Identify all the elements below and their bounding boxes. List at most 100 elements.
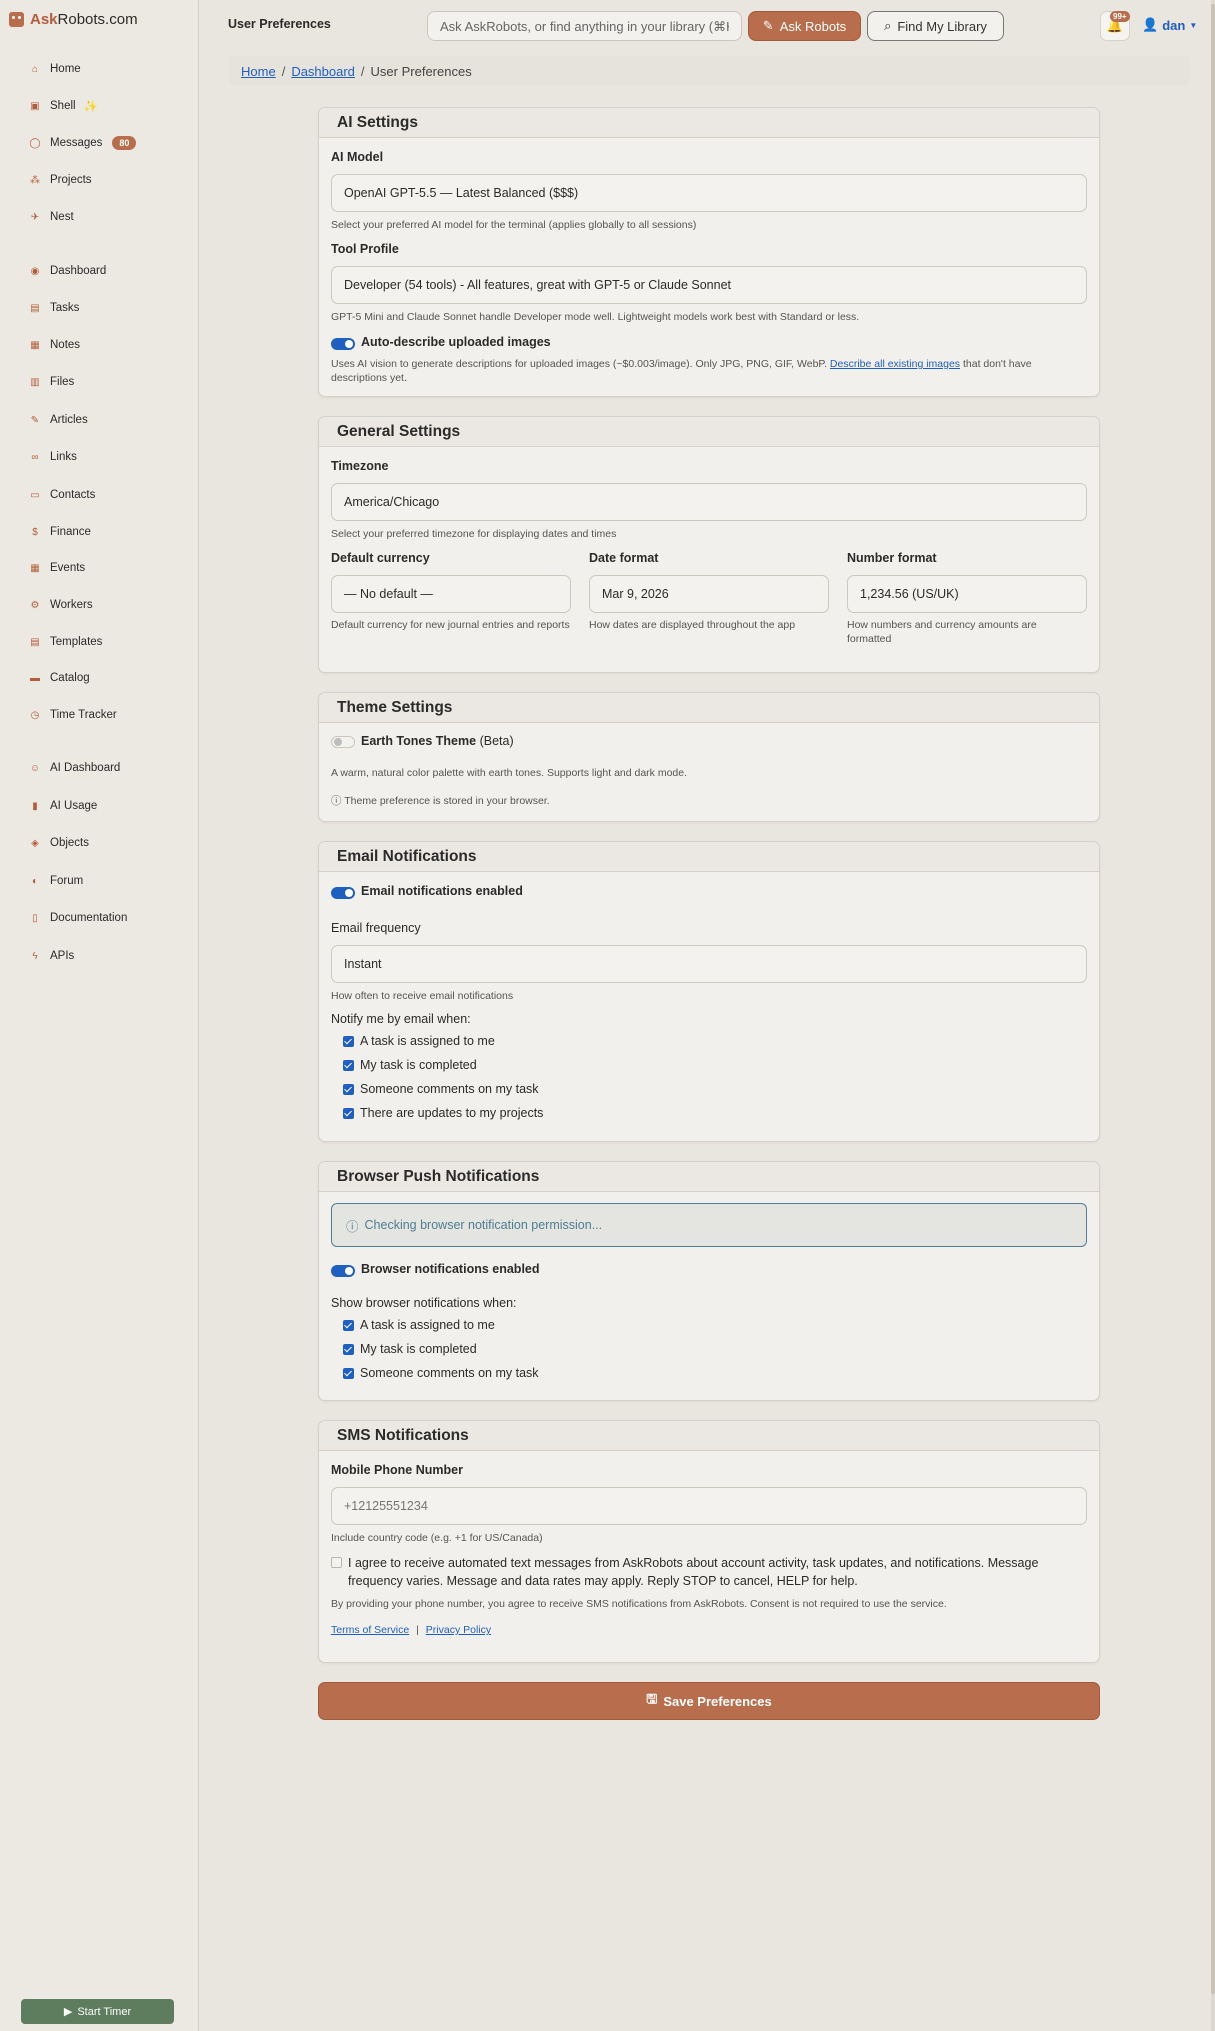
ask-robots-button[interactable]: ✎ Ask Robots [748, 11, 861, 41]
sms-consent-checkbox[interactable] [331, 1557, 342, 1568]
date-format-help: How dates are displayed throughout the a… [589, 619, 796, 631]
email-notifications-toggle[interactable] [331, 887, 355, 899]
breadcrumb-separator: / [360, 63, 365, 79]
user-icon: 👤 [1142, 17, 1159, 32]
tool-profile-label: Tool Profile [331, 242, 399, 256]
checkbox[interactable] [343, 1059, 354, 1071]
email-option-projects[interactable]: There are updates to my projects [343, 1106, 543, 1120]
date-format-select[interactable]: Mar 9, 2026 [589, 575, 829, 613]
sidebar-item-messages[interactable]: ◯ Messages 80 [28, 132, 137, 154]
sidebar-item-objects[interactable]: ◈ Objects [28, 832, 89, 854]
ai-model-help: Select your preferred AI model for the t… [331, 219, 697, 231]
user-menu[interactable]: 👤 dan ▼ [1142, 17, 1197, 33]
sidebar-item-label: Objects [50, 837, 89, 849]
search-input[interactable] [427, 11, 742, 41]
sidebar-item-forum[interactable]: ◐ Forum [28, 870, 83, 892]
find-library-button[interactable]: ⌕ Find My Library [867, 11, 1004, 41]
sidebar-item-ai-usage[interactable]: ▮ AI Usage [28, 795, 97, 817]
push-option-comments[interactable]: Someone comments on my task [343, 1366, 539, 1380]
email-option-completed[interactable]: My task is completed [343, 1058, 477, 1072]
email-notifications-card: Email Notifications Email notifications … [318, 841, 1100, 1142]
floppy-disk-icon: 🖫 [646, 1691, 658, 1706]
sidebar-item-finance[interactable]: $ Finance [28, 521, 91, 543]
sidebar-item-documentation[interactable]: ▯ Documentation [28, 907, 127, 929]
currency-select[interactable]: — No default — [331, 575, 571, 613]
sidebar-item-home[interactable]: ⌂ Home [28, 58, 81, 80]
scrollbar[interactable] [1211, 0, 1215, 2031]
email-option-comments[interactable]: Someone comments on my task [343, 1082, 539, 1096]
sidebar-item-templates[interactable]: ▤ Templates [28, 631, 102, 653]
sidebar-item-label: Finance [50, 526, 91, 538]
option-label: Someone comments on my task [360, 1366, 539, 1380]
currency-help: Default currency for new journal entries… [331, 619, 570, 631]
sidebar-item-shell[interactable]: ▣ Shell ✨ [28, 95, 98, 117]
timezone-select[interactable]: America/Chicago [331, 483, 1087, 521]
sidebar-item-apis[interactable]: ϟ APIs [28, 945, 74, 967]
brand[interactable]: AskRobots.com [9, 11, 138, 28]
checkbox[interactable] [343, 1035, 354, 1047]
start-timer-button[interactable]: ▶ Start Timer [21, 1999, 174, 2024]
earth-tones-toggle[interactable] [331, 736, 355, 748]
sidebar-item-files[interactable]: ▥ Files [28, 371, 74, 393]
sidebar-item-ai-dashboard[interactable]: ☺ AI Dashboard [28, 757, 120, 779]
caret-down-icon: ▼ [1189, 20, 1198, 30]
find-library-label: Find My Library [897, 18, 987, 34]
email-frequency-label: Email frequency [331, 921, 421, 935]
number-format-label: Number format [847, 551, 937, 565]
checkbox[interactable] [343, 1367, 354, 1379]
consent-line-2: frequency varies. Message and data rates… [348, 1574, 858, 1588]
email-option-assigned[interactable]: A task is assigned to me [343, 1034, 495, 1048]
save-preferences-button[interactable]: 🖫 Save Preferences [318, 1682, 1100, 1720]
book-icon: ▯ [32, 912, 38, 924]
card-title: AI Settings [319, 108, 1099, 138]
chat-icon: ◯ [29, 137, 41, 149]
workers-icon: ⚙ [30, 599, 40, 611]
terms-link[interactable]: Terms of Service [331, 1624, 409, 1636]
sidebar-item-workers[interactable]: ⚙ Workers [28, 594, 93, 616]
sidebar-item-nest[interactable]: ✈ Nest [28, 206, 74, 228]
autodescribe-help-tail: that don't have [962, 358, 1032, 370]
sidebar-item-projects[interactable]: ⁂ Projects [28, 169, 92, 191]
option-label: My task is completed [360, 1342, 477, 1356]
ai-model-select[interactable]: OpenAI GPT-5.5 — Latest Balanced ($$$) [331, 174, 1087, 212]
checkbox[interactable] [343, 1083, 354, 1095]
checkbox[interactable] [343, 1107, 354, 1119]
push-option-assigned[interactable]: A task is assigned to me [343, 1318, 495, 1332]
ai-settings-card: AI Settings AI Model OpenAI GPT-5.5 — La… [318, 107, 1100, 397]
tool-profile-select[interactable]: Developer (54 tools) - All features, gre… [331, 266, 1087, 304]
describe-existing-link[interactable]: Describe all existing images [830, 358, 960, 370]
sidebar-item-catalog[interactable]: ▬ Catalog [28, 667, 90, 689]
card-title: Email Notifications [319, 842, 1099, 872]
sidebar-item-contacts[interactable]: ▭ Contacts [28, 484, 95, 506]
option-label: A task is assigned to me [360, 1318, 495, 1332]
sidebar-item-articles[interactable]: ✎ Articles [28, 409, 88, 431]
sidebar-item-events[interactable]: ▦ Events [28, 557, 85, 579]
sidebar-item-label: Tasks [50, 302, 80, 314]
privacy-link[interactable]: Privacy Policy [426, 1624, 491, 1636]
sidebar-item-label: Files [50, 376, 75, 388]
email-frequency-select[interactable]: Instant [331, 945, 1087, 983]
number-format-select[interactable]: 1,234.56 (US/UK) [847, 575, 1087, 613]
autodescribe-toggle[interactable] [331, 338, 355, 350]
forum-icon: ◐ [31, 875, 39, 887]
articles-icon: ✎ [30, 414, 40, 426]
home-icon: ⌂ [31, 63, 39, 75]
sidebar-item-label: Home [50, 63, 81, 75]
sidebar-item-dashboard[interactable]: ◉ Dashboard [28, 260, 107, 282]
checkbox[interactable] [343, 1319, 354, 1331]
browser-notifications-toggle[interactable] [331, 1265, 355, 1277]
start-timer-label: Start Timer [77, 2005, 132, 2018]
sidebar-item-notes[interactable]: ▦ Notes [28, 334, 80, 356]
checkbox[interactable] [343, 1343, 354, 1355]
scrollbar-thumb[interactable] [1211, 4, 1215, 1994]
breadcrumb-dashboard[interactable]: Dashboard [291, 64, 355, 79]
breadcrumb-home[interactable]: Home [241, 64, 276, 79]
phone-input[interactable] [331, 1487, 1087, 1525]
shell-icon: ▣ [30, 100, 40, 112]
sidebar-item-tasks[interactable]: ▤ Tasks [28, 297, 79, 319]
sidebar-item-links[interactable]: ∞ Links [28, 446, 76, 468]
push-option-completed[interactable]: My task is completed [343, 1342, 477, 1356]
sidebar-item-label: Time Tracker [50, 709, 117, 721]
sidebar-item-time-tracker[interactable]: ◷ Time Tracker [28, 704, 117, 726]
brand-name: AskRobots.com [30, 11, 138, 28]
